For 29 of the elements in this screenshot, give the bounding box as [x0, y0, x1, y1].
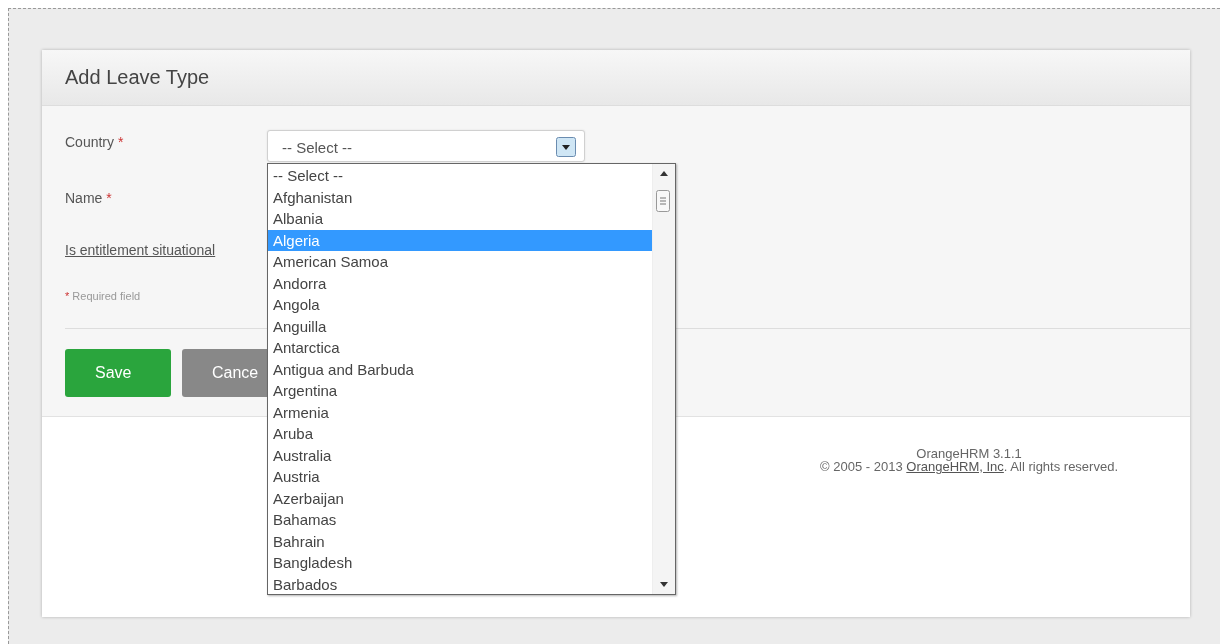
- scroll-up-icon: [660, 171, 668, 176]
- scroll-down-icon: [660, 582, 668, 587]
- required-note: * Required field: [65, 290, 141, 302]
- field-label: Name *: [65, 189, 113, 206]
- field-label: Country *: [65, 133, 125, 150]
- country-option[interactable]: -- Select --: [268, 165, 652, 187]
- country-option[interactable]: Angola: [268, 294, 652, 316]
- scrollbar[interactable]: [652, 164, 675, 594]
- country-option[interactable]: Aruba: [268, 423, 652, 445]
- copyright-text: © 2005 - 2013 OrangeHRM, Inc. All rights reserved.: [820, 460, 1118, 473]
- panel-title: Add Leave Type: [65, 66, 210, 89]
- country-option[interactable]: Australia: [268, 444, 652, 466]
- country-option[interactable]: Anguilla: [268, 315, 652, 337]
- country-option[interactable]: Bahrain: [268, 530, 652, 552]
- country-option[interactable]: Afghanistan: [268, 186, 652, 208]
- country-option[interactable]: Armenia: [268, 401, 652, 423]
- country-option[interactable]: Albania: [268, 208, 652, 230]
- country-option[interactable]: American Samoa: [268, 251, 652, 273]
- country-option[interactable]: Bangladesh: [268, 552, 652, 574]
- version-text: OrangeHRM 3.1.1: [916, 447, 1023, 460]
- scroll-thumb[interactable]: [656, 190, 670, 212]
- country-option[interactable]: Azerbaijan: [268, 487, 652, 509]
- country-option[interactable]: Austria: [268, 466, 652, 488]
- country-option[interactable]: Bahamas: [268, 509, 652, 531]
- country-select[interactable]: -- Select --: [267, 130, 585, 162]
- entitlement-link[interactable]: Is entitlement situational: [65, 242, 216, 258]
- country-option[interactable]: Barbados: [268, 573, 652, 595]
- country-option[interactable]: Andorra: [268, 272, 652, 294]
- company-link[interactable]: OrangeHRM, Inc: [906, 459, 1004, 474]
